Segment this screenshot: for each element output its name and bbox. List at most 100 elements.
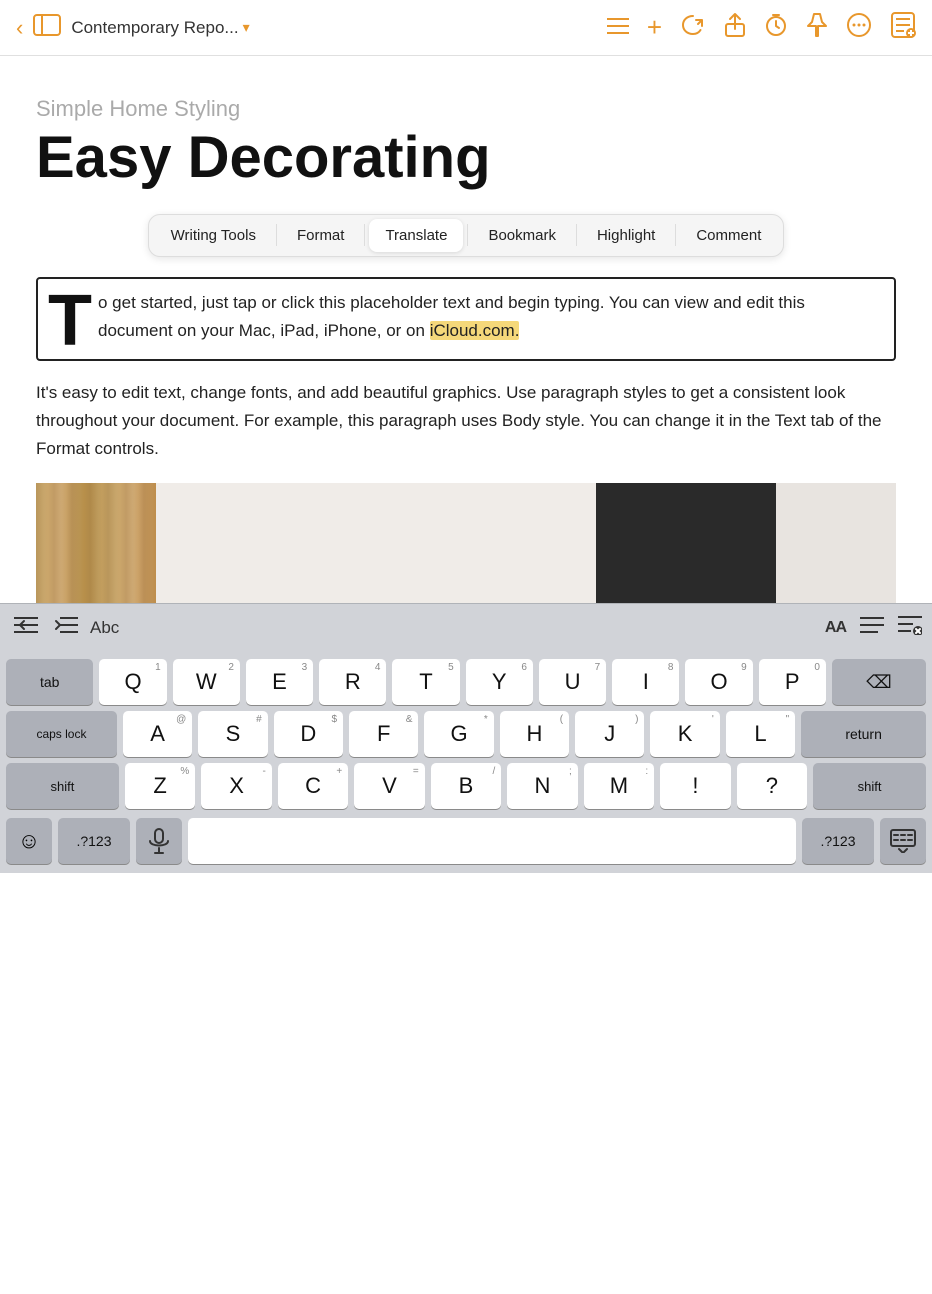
key-s[interactable]: # S <box>198 711 267 757</box>
key-f[interactable]: & F <box>349 711 418 757</box>
doc-title[interactable]: Easy Decorating <box>36 126 896 190</box>
increase-indent-icon[interactable] <box>50 612 82 643</box>
key-dictate[interactable] <box>136 818 182 864</box>
note-icon[interactable] <box>890 11 916 45</box>
more-icon[interactable] <box>846 12 872 44</box>
image-gap <box>156 483 596 603</box>
key-p[interactable]: 0 P <box>759 659 826 705</box>
key-j[interactable]: ) J <box>575 711 644 757</box>
keyboard: tab 1 Q 2 W 3 E 4 R 5 T 6 Y 7 U <box>0 651 932 873</box>
key-z[interactable]: % Z <box>125 763 195 809</box>
doc-subtitle: Simple Home Styling <box>36 96 896 122</box>
menu-divider-3 <box>467 224 468 246</box>
share-icon[interactable] <box>724 12 746 44</box>
dropcap-text: o get started, just tap or click this pl… <box>98 293 805 340</box>
key-d[interactable]: $ D <box>274 711 343 757</box>
key-b[interactable]: / B <box>431 763 501 809</box>
context-translate[interactable]: Translate <box>369 219 463 252</box>
context-highlight[interactable]: Highlight <box>581 219 671 252</box>
doc-title-text: Contemporary Repo... <box>71 18 238 38</box>
context-menu: Writing Tools Format Translate Bookmark … <box>148 214 785 257</box>
tab-label: tab <box>40 675 59 689</box>
context-writing-tools[interactable]: Writing Tools <box>155 219 272 252</box>
menu-divider-1 <box>276 224 277 246</box>
menu-divider-2 <box>364 224 365 246</box>
keyboard-toolbar: Abc AA <box>0 603 932 651</box>
key-caps-lock[interactable]: caps lock <box>6 711 117 757</box>
key-k[interactable]: ' K <box>650 711 719 757</box>
key-row-2: caps lock @ A # S $ D & F * G ( H ) J <box>6 711 926 757</box>
num-toggle-right-label: .?123 <box>820 833 855 849</box>
key-o[interactable]: 9 O <box>685 659 752 705</box>
key-exclaim[interactable]: ! <box>660 763 730 809</box>
key-shift-right[interactable]: shift <box>813 763 926 809</box>
right-image <box>776 483 896 603</box>
key-c[interactable]: + C <box>278 763 348 809</box>
text-format-button[interactable] <box>898 615 922 640</box>
key-n[interactable]: ; N <box>507 763 577 809</box>
key-hide-keyboard[interactable] <box>880 818 926 864</box>
align-button[interactable] <box>860 616 884 639</box>
key-emoji[interactable]: ☺ <box>6 818 52 864</box>
image-strip <box>36 483 896 603</box>
key-y[interactable]: 6 Y <box>466 659 533 705</box>
highlighted-text: iCloud.com. <box>430 321 520 340</box>
key-tab[interactable]: tab <box>6 659 93 705</box>
key-w[interactable]: 2 W <box>173 659 240 705</box>
abc-button[interactable]: Abc <box>90 618 119 638</box>
key-shift-left[interactable]: shift <box>6 763 119 809</box>
menu-divider-4 <box>576 224 577 246</box>
microphone-icon <box>148 828 170 854</box>
key-question[interactable]: ? <box>737 763 807 809</box>
context-bookmark[interactable]: Bookmark <box>472 219 572 252</box>
kb-toolbar-right: AA <box>825 615 922 640</box>
key-return[interactable]: return <box>801 711 926 757</box>
key-t[interactable]: 5 T <box>392 659 459 705</box>
key-v[interactable]: = V <box>354 763 424 809</box>
lasso-icon[interactable] <box>680 12 706 44</box>
text-size-button[interactable]: AA <box>825 619 846 637</box>
hide-keyboard-icon <box>890 829 916 853</box>
body-paragraph[interactable]: It's easy to edit text, change fonts, an… <box>36 379 896 463</box>
context-comment[interactable]: Comment <box>680 219 777 252</box>
key-num-toggle-right[interactable]: .?123 <box>802 818 874 864</box>
decrease-indent-icon[interactable] <box>10 612 42 643</box>
add-icon[interactable]: + <box>647 12 662 43</box>
key-i[interactable]: 8 I <box>612 659 679 705</box>
toolbar-right: + <box>607 11 916 45</box>
key-row-1: tab 1 Q 2 W 3 E 4 R 5 T 6 Y 7 U <box>6 659 926 705</box>
key-h[interactable]: ( H <box>500 711 569 757</box>
document-content: Simple Home Styling Easy Decorating Writ… <box>0 56 932 603</box>
key-x[interactable]: - X <box>201 763 271 809</box>
chevron-down-icon[interactable]: ▾ <box>243 19 250 36</box>
wood-image <box>36 483 156 603</box>
menu-divider-5 <box>675 224 676 246</box>
key-q[interactable]: 1 Q <box>99 659 166 705</box>
key-e[interactable]: 3 E <box>246 659 313 705</box>
num-toggle-label: .?123 <box>76 833 111 849</box>
dark-image <box>596 483 776 603</box>
list-icon[interactable] <box>607 15 629 41</box>
timer-icon[interactable] <box>764 13 788 43</box>
drop-cap-letter: T <box>48 293 92 349</box>
toolbar-left: ‹ Contemporary Repo... ▾ <box>16 14 599 42</box>
key-u[interactable]: 7 U <box>539 659 606 705</box>
sidebar-icon[interactable] <box>33 14 61 42</box>
dropcap-paragraph[interactable]: T o get started, just tap or click this … <box>36 277 896 361</box>
key-r[interactable]: 4 R <box>319 659 386 705</box>
key-row-bottom: ☺ .?123 .?123 <box>6 815 926 867</box>
document-title-bar[interactable]: Contemporary Repo... ▾ <box>71 18 249 38</box>
pin-icon[interactable] <box>806 12 828 44</box>
key-g[interactable]: * G <box>424 711 493 757</box>
back-icon[interactable]: ‹ <box>16 15 23 41</box>
kb-toolbar-left: Abc <box>10 612 819 643</box>
key-m[interactable]: : M <box>584 763 654 809</box>
context-format[interactable]: Format <box>281 219 361 252</box>
key-row-3: shift % Z - X + C = V / B ; N : M <box>6 763 926 809</box>
key-delete[interactable]: ⌫ <box>832 659 926 705</box>
key-l[interactable]: " L <box>726 711 795 757</box>
key-num-toggle-left[interactable]: .?123 <box>58 818 130 864</box>
key-space[interactable] <box>188 818 796 864</box>
key-a[interactable]: @ A <box>123 711 192 757</box>
toolbar: ‹ Contemporary Repo... ▾ + <box>0 0 932 56</box>
